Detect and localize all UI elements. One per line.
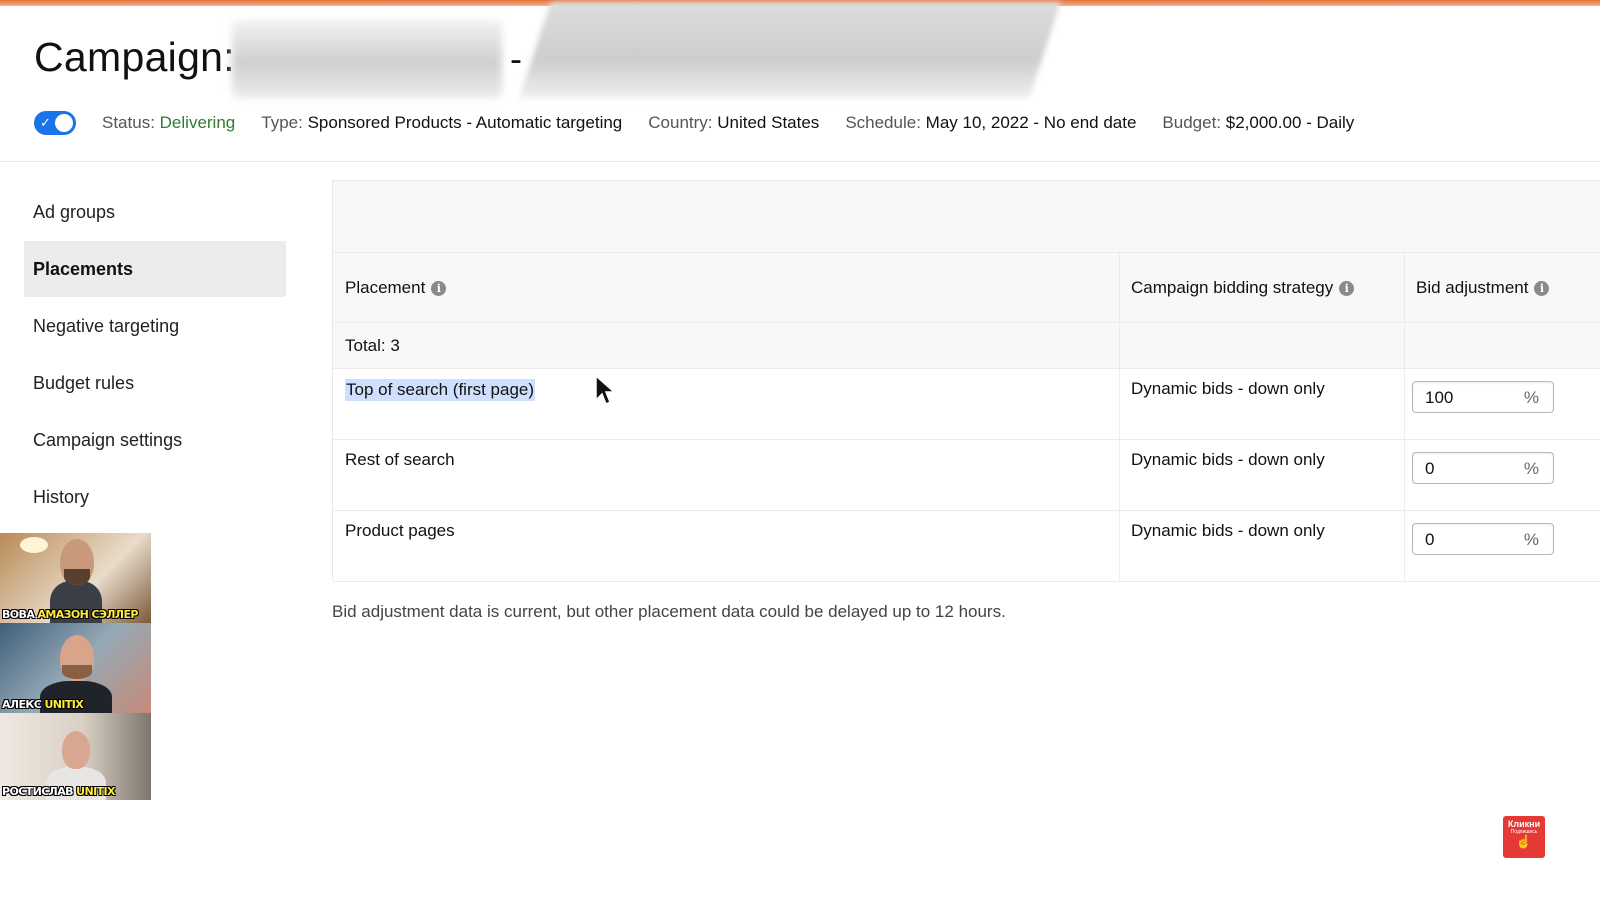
campaign-status-toggle[interactable]: ✓ bbox=[34, 111, 76, 135]
sidebar-item-placements[interactable]: Placements bbox=[24, 241, 286, 297]
participant-tag: АМАЗОН СЭЛЛЕР bbox=[37, 608, 138, 621]
budget-label: Budget: bbox=[1162, 113, 1222, 132]
title-separator: - bbox=[510, 38, 522, 79]
redacted-campaign-name-2 bbox=[519, 2, 1061, 98]
info-icon[interactable]: i bbox=[1339, 281, 1355, 297]
bid-adjustment-input[interactable]: 100 % bbox=[1412, 381, 1554, 413]
participant-name: РОСТИСЛАВ bbox=[2, 785, 74, 798]
schedule-label: Schedule: bbox=[845, 113, 921, 132]
sidebar-item-negative-targeting[interactable]: Negative targeting bbox=[24, 298, 286, 354]
strategy-cell: Dynamic bids - down only bbox=[1131, 521, 1325, 540]
column-header-strategy-label: Campaign bidding strategy bbox=[1131, 278, 1334, 297]
sidebar-item-campaign-settings[interactable]: Campaign settings bbox=[24, 412, 286, 468]
video-participant-tile: АЛЕКС UNITIX bbox=[0, 623, 151, 713]
subscribe-badge[interactable]: Кликни Подпишись ☝ bbox=[1503, 816, 1545, 858]
column-header-bid-label: Bid adjustment bbox=[1416, 278, 1529, 297]
placement-cell: Rest of search bbox=[345, 450, 455, 469]
strategy-cell: Dynamic bids - down only bbox=[1131, 379, 1325, 398]
participant-caption: РОСТИСЛАВ UNITIX bbox=[2, 785, 115, 798]
country-label: Country: bbox=[648, 113, 713, 132]
column-header-bid-adjustment[interactable]: Bid adjustment i bbox=[1404, 253, 1600, 323]
percent-unit: % bbox=[1523, 530, 1539, 549]
column-header-placement-label: Placement bbox=[345, 278, 426, 297]
sidebar-item-ad-groups[interactable]: Ad groups bbox=[24, 184, 286, 240]
bid-value: 0 bbox=[1425, 530, 1435, 549]
status-label: Status: bbox=[102, 113, 155, 132]
table-toolbar bbox=[333, 181, 1600, 253]
table-row: Product pages Dynamic bids - down only 0… bbox=[333, 511, 1600, 582]
country-value: United States bbox=[717, 113, 820, 132]
info-icon[interactable]: i bbox=[1534, 281, 1550, 297]
percent-unit: % bbox=[1523, 388, 1539, 407]
column-divider bbox=[1404, 253, 1405, 581]
country-meta: Country: United States bbox=[648, 113, 819, 133]
table-row: Top of search (first page) Dynamic bids … bbox=[333, 369, 1600, 440]
bid-adjustment-input[interactable]: 0 % bbox=[1412, 523, 1554, 555]
participant-tag: UNITIX bbox=[44, 698, 84, 711]
data-delay-note: Bid adjustment data is current, but othe… bbox=[332, 602, 1006, 621]
participant-tag: UNITIX bbox=[76, 785, 115, 798]
sidebar-item-budget-rules[interactable]: Budget rules bbox=[24, 355, 286, 411]
check-icon: ✓ bbox=[40, 115, 51, 130]
video-participant-tile: ВОВА АМАЗОН СЭЛЛЕР bbox=[0, 533, 151, 623]
strategy-cell: Dynamic bids - down only bbox=[1131, 450, 1325, 469]
placement-cell: Top of search (first page) bbox=[345, 379, 536, 401]
mouse-cursor-icon bbox=[595, 374, 616, 406]
participant-name: ВОВА bbox=[2, 608, 35, 621]
participant-caption: ВОВА АМАЗОН СЭЛЛЕР bbox=[2, 608, 138, 621]
total-row: Total: 3 bbox=[333, 323, 1600, 369]
redacted-campaign-name bbox=[232, 20, 502, 98]
total-count: Total: 3 bbox=[345, 336, 400, 355]
type-label: Type: bbox=[261, 113, 303, 132]
type-value: Sponsored Products - Automatic targeting bbox=[307, 113, 623, 132]
participant-name: АЛЕКС bbox=[2, 698, 42, 711]
budget-meta: Budget: $2,000.00 - Daily bbox=[1162, 113, 1354, 133]
video-participant-tile: РОСТИСЛАВ UNITIX bbox=[0, 713, 151, 800]
sidebar-item-history[interactable]: History bbox=[24, 469, 286, 525]
participant-caption: АЛЕКС UNITIX bbox=[2, 698, 84, 711]
campaign-meta-row: ✓ Status: Delivering Type: Sponsored Pro… bbox=[34, 110, 1380, 136]
status-value: Delivering bbox=[159, 113, 236, 132]
bid-value: 100 bbox=[1425, 388, 1454, 407]
column-header-strategy[interactable]: Campaign bidding strategy i bbox=[1119, 253, 1404, 323]
schedule-meta: Schedule: May 10, 2022 - No end date bbox=[845, 113, 1136, 133]
table-row: Rest of search Dynamic bids - down only … bbox=[333, 440, 1600, 511]
budget-value: $2,000.00 - Daily bbox=[1225, 113, 1355, 132]
status-meta: Status: Delivering bbox=[102, 113, 235, 133]
hand-pointer-icon: ☝ bbox=[1515, 834, 1533, 849]
subscribe-label: Кликни bbox=[1507, 819, 1541, 829]
placement-cell: Product pages bbox=[345, 521, 455, 540]
column-divider bbox=[1119, 253, 1120, 581]
page-title: Campaign: bbox=[34, 34, 235, 80]
toggle-knob bbox=[55, 114, 73, 132]
info-icon[interactable]: i bbox=[431, 281, 447, 297]
column-header-placement[interactable]: Placement i bbox=[333, 253, 1119, 323]
bid-value: 0 bbox=[1425, 459, 1435, 478]
schedule-value: May 10, 2022 - No end date bbox=[925, 113, 1137, 132]
percent-unit: % bbox=[1523, 459, 1539, 478]
bid-adjustment-input[interactable]: 0 % bbox=[1412, 452, 1554, 484]
campaign-header: Campaign: - ✓ Status: Delivering Type: S… bbox=[0, 2, 1600, 162]
placements-table: Placement i Campaign bidding strategy i Bi… bbox=[332, 180, 1600, 582]
type-meta: Type: Sponsored Products - Automatic tar… bbox=[261, 113, 622, 133]
